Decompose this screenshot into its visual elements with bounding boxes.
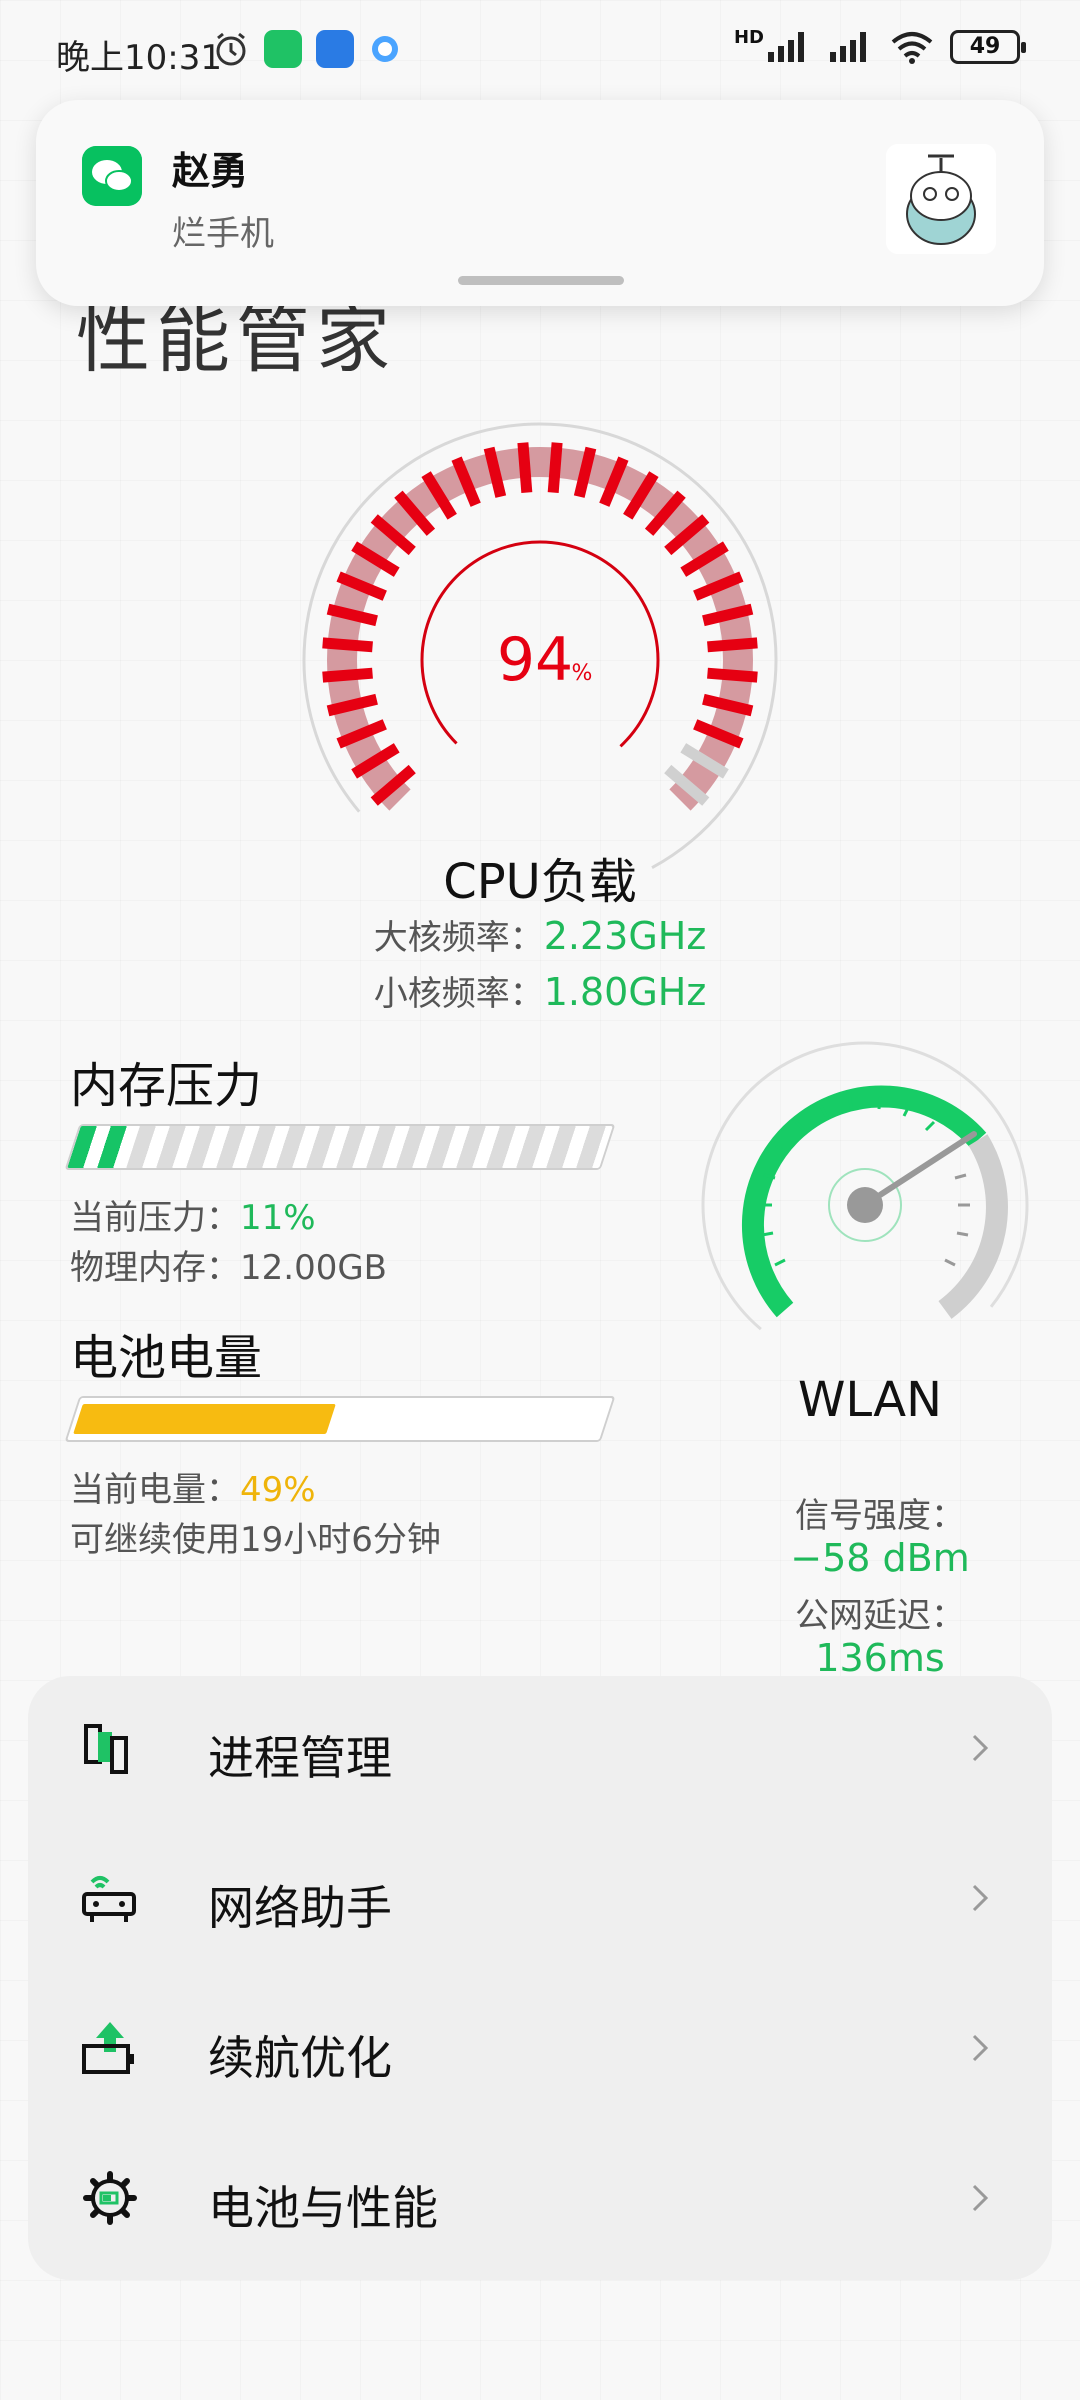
status-bar: 晚上10:31 HD 49 — [0, 0, 1080, 100]
cpu-tick-active — [707, 637, 758, 653]
notification-handle[interactable] — [458, 276, 624, 285]
notification-body: 烂手机 — [172, 214, 274, 254]
battery-level-fill — [73, 1404, 336, 1434]
notification-title: 赵勇 — [172, 149, 249, 193]
cpu-tick-active — [707, 667, 758, 683]
menu-item-network-assistant[interactable]: 网络助手 — [28, 1826, 1052, 1976]
cpu-tick-active — [322, 667, 373, 683]
battery-level-title: 电池电量 — [70, 1330, 263, 1386]
battery-level-value: 49% — [240, 1470, 316, 1510]
memory-pressure-bar — [64, 1124, 616, 1170]
wlan-title: WLAN — [797, 1372, 943, 1428]
process-icon — [84, 1724, 128, 1774]
cpu-gauge: 94 % — [302, 422, 778, 870]
cpu-tick-active — [322, 637, 373, 653]
menu-label-battery-performance: 电池与性能 — [208, 2181, 438, 2235]
big-core-frequency: 大核频率：2.23GHz — [0, 910, 1080, 959]
cpu-tick-active — [547, 442, 563, 493]
signal-strength-value: −58 dBm — [790, 1536, 970, 1580]
menu-item-battery-performance[interactable]: 电池与性能 — [28, 2126, 1052, 2276]
chevron-right-icon — [972, 1734, 989, 1762]
app-status-icon — [316, 30, 354, 68]
chevron-right-icon — [972, 2034, 989, 2062]
menu-label-process-management: 进程管理 — [208, 1731, 392, 1785]
memory-pressure-value: 11% — [240, 1198, 316, 1238]
status-time: 晚上10:31 — [56, 38, 222, 78]
cpu-load-title: CPU负载 — [443, 854, 637, 910]
memory-pressure-stat: 当前压力：11% — [70, 1190, 316, 1239]
notification-banner[interactable]: 赵勇 烂手机 — [36, 100, 1044, 306]
hd-label: HD — [733, 26, 764, 48]
battery-remaining-time: 可继续使用19小时6分钟 — [70, 1520, 441, 1560]
battery-boost-icon — [82, 2022, 134, 2074]
browser-status-icon — [372, 36, 398, 62]
menu-item-process-management[interactable]: 进程管理 — [28, 1676, 1052, 1826]
menu-item-battery-optimization[interactable]: 续航优化 — [28, 1976, 1052, 2126]
signal-icon-2 — [830, 32, 866, 62]
wlan-gauge — [701, 1041, 1029, 1340]
gear-icon — [83, 2171, 137, 2225]
memory-pressure-remaining — [125, 1126, 613, 1168]
alarm-icon — [216, 32, 246, 66]
chevron-right-icon — [972, 1884, 989, 1912]
menu-label-battery-optimization: 续航优化 — [208, 2031, 392, 2085]
battery-level-label: 当前电量： — [70, 1470, 240, 1510]
battery-indicator: 49 — [950, 30, 1026, 64]
battery-level-stat: 当前电量：49% — [70, 1462, 316, 1511]
latency-value: 136ms — [815, 1636, 945, 1680]
physical-memory-value: 12.00GB — [240, 1248, 388, 1288]
memory-pressure-label: 当前压力： — [70, 1198, 240, 1238]
tools-menu: 进程管理 网络助手 续航优化 电池与性能 — [28, 1676, 1052, 2280]
menu-label-network-assistant: 网络助手 — [208, 1881, 392, 1935]
latency-label: 公网延迟： — [795, 1596, 965, 1636]
router-icon — [82, 1876, 136, 1922]
chevron-right-icon — [972, 2184, 989, 2212]
small-core-frequency: 小核频率：1.80GHz — [0, 966, 1080, 1015]
wechat-status-icon — [264, 30, 302, 68]
physical-memory-label: 物理内存： — [70, 1248, 240, 1288]
small-core-label: 小核频率： — [373, 974, 544, 1014]
physical-memory-stat: 物理内存：12.00GB — [70, 1240, 387, 1289]
contact-avatar — [886, 144, 996, 254]
wifi-icon — [891, 32, 933, 64]
signal-icon-1 — [768, 32, 804, 62]
small-core-value: 1.80GHz — [543, 970, 707, 1014]
memory-pressure-title: 内存压力 — [70, 1058, 263, 1114]
big-core-label: 大核频率： — [373, 918, 544, 958]
status-right-group: HD 49 — [733, 26, 1026, 64]
performance-manager-screen: 晚上10:31 HD 49 性能管家 赵勇 烂手机 94 % CPU负载 大核频… — [0, 0, 1080, 2400]
battery-level-bar — [64, 1396, 616, 1442]
big-core-value: 2.23GHz — [543, 914, 707, 958]
cpu-percent-unit: % — [572, 661, 593, 686]
cpu-tick-active — [517, 442, 533, 493]
signal-strength-label: 信号强度： — [795, 1496, 965, 1536]
cpu-percent: 94 — [497, 625, 573, 695]
wechat-icon — [82, 146, 142, 206]
